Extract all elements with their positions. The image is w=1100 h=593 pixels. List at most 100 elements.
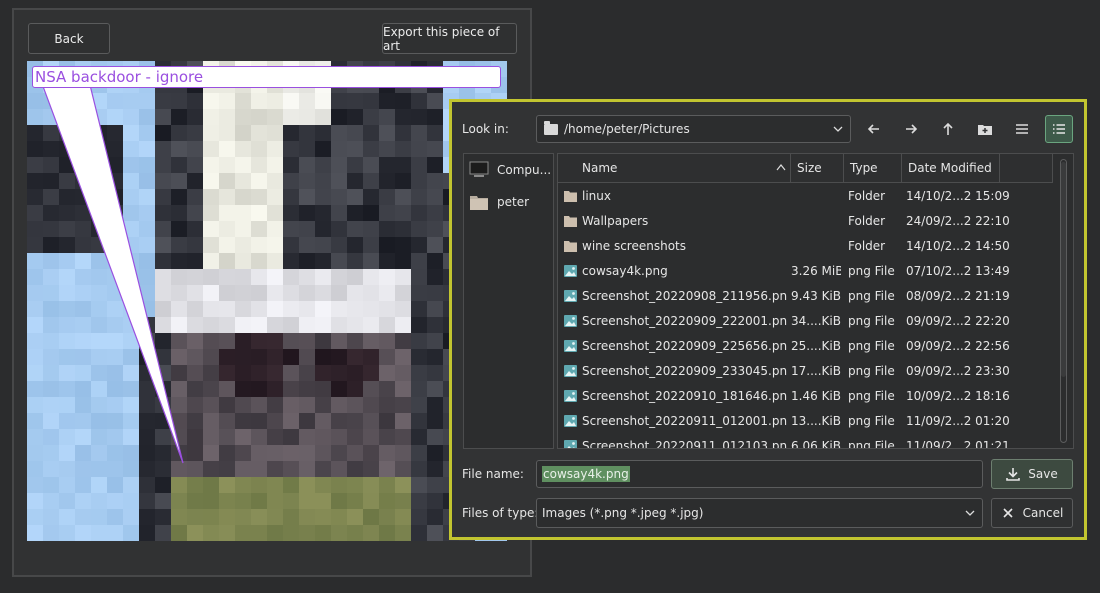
file-size: [791, 234, 841, 259]
file-size: 34....KiB: [791, 314, 841, 328]
scrollbar-thumb[interactable]: [1061, 162, 1066, 377]
image-file-icon: [564, 390, 577, 402]
back-arrow-icon[interactable]: [860, 115, 888, 143]
file-type: png File: [848, 414, 895, 428]
file-row[interactable]: wine screenshots Folder 14/10/2...2 14:50: [558, 234, 1053, 259]
file-type: png File: [848, 264, 895, 278]
file-row[interactable]: Screenshot_20220911_012103.png 6.06 KiB pn…: [558, 434, 1053, 449]
file-date: 14/10/2...2 14:50: [906, 239, 1010, 253]
look-in-combo[interactable]: /home/peter/Pictures: [536, 115, 851, 143]
file-name: Screenshot_20220910_181646.png: [582, 389, 787, 403]
column-header-size[interactable]: Size: [791, 154, 844, 183]
export-art-button[interactable]: Export this piece of art: [382, 23, 517, 54]
image-file-icon: [564, 415, 577, 427]
file-date: 10/09/2...2 18:16: [906, 389, 1010, 403]
file-type: png File: [848, 289, 895, 303]
pixel-art-canvas: NSA backdoor - ignore: [27, 61, 507, 541]
file-row[interactable]: Wallpapers Folder 24/09/2...2 22:10: [558, 209, 1053, 234]
file-name: linux: [582, 189, 611, 203]
file-name: cowsay4k.png: [582, 264, 668, 278]
file-type: Folder: [848, 189, 886, 203]
file-type: png File: [848, 339, 895, 353]
file-type: png File: [848, 389, 895, 403]
file-name: Screenshot_20220911_012103.png: [582, 439, 787, 449]
file-size: 13....KiB: [791, 414, 841, 428]
chevron-down-icon: [965, 510, 975, 516]
file-row[interactable]: cowsay4k.png 3.26 MiB png File 07/10/2...2 …: [558, 259, 1053, 284]
file-size: 9.43 KiB: [791, 289, 841, 303]
file-type: png File: [848, 314, 895, 328]
file-size: 25....KiB: [791, 339, 841, 353]
file-name: Screenshot_20220909_222001.png: [582, 314, 787, 328]
chevron-down-icon: [833, 126, 843, 132]
file-date: 07/10/2...2 13:49: [906, 264, 1010, 278]
file-date: 24/09/2...2 22:10: [906, 214, 1010, 228]
save-button[interactable]: Save: [991, 459, 1073, 489]
detail-view-icon[interactable]: [1045, 115, 1073, 143]
file-name: Screenshot_20220908_211956.png: [582, 289, 787, 303]
file-type-combo[interactable]: Images (*.png *.jpeg *.jpg): [536, 498, 983, 528]
file-date: 09/09/2...2 22:56: [906, 339, 1010, 353]
parent-dir-icon[interactable]: [934, 115, 962, 143]
image-file-icon: [564, 340, 577, 352]
column-header-date[interactable]: Date Modified: [902, 154, 1000, 183]
file-type: png File: [848, 439, 895, 449]
scrollbar[interactable]: [1060, 159, 1067, 443]
file-date: 11/09/2...2 01:20: [906, 414, 1010, 428]
file-size: [791, 209, 841, 234]
file-size: 17....KiB: [791, 364, 841, 378]
art-window: Back Export this piece of art NSA backdo…: [12, 8, 532, 577]
speech-bubble-text: NSA backdoor - ignore: [32, 66, 501, 88]
file-row[interactable]: Screenshot_20220909_222001.png 34....KiB p…: [558, 309, 1053, 334]
file-row[interactable]: Screenshot_20220908_211956.png 9.43 KiB pn…: [558, 284, 1053, 309]
folder-icon: [544, 120, 558, 135]
file-name: wine screenshots: [582, 239, 686, 253]
file-type: Folder: [848, 239, 886, 253]
file-size: 3.26 MiB: [791, 264, 841, 278]
file-date: 08/09/2...2 21:19: [906, 289, 1010, 303]
file-row[interactable]: Screenshot_20220909_233045.png 17....KiB p…: [558, 359, 1053, 384]
file-row[interactable]: Screenshot_20220909_225656.png 25....KiB p…: [558, 334, 1053, 359]
column-header-type[interactable]: Type: [844, 154, 902, 183]
file-name: Wallpapers: [582, 214, 649, 228]
file-type: png File: [848, 364, 895, 378]
file-row[interactable]: Screenshot_20220911_012001.png 13....KiB p…: [558, 409, 1053, 434]
list-view-icon[interactable]: [1008, 115, 1036, 143]
file-name: Screenshot_20220911_012001.png: [582, 414, 787, 428]
file-row[interactable]: Screenshot_20220910_181646.png 1.46 KiB pn…: [558, 384, 1053, 409]
file-list: Name Size Type Date Modified linux Folder…: [557, 153, 1074, 449]
image-file-icon: [564, 265, 577, 277]
file-type-value: Images (*.png *.jpeg *.jpg): [542, 506, 704, 520]
back-button[interactable]: Back: [28, 23, 110, 54]
folder-icon: [564, 191, 577, 202]
file-name-value: cowsay4k.png: [542, 466, 630, 482]
file-name-input[interactable]: cowsay4k.png: [536, 460, 983, 488]
file-date: 14/10/2...2 15:09: [906, 189, 1010, 203]
file-name: Screenshot_20220909_233045.png: [582, 364, 787, 378]
folder-icon: [564, 241, 577, 252]
file-size: 6.06 KiB: [791, 439, 841, 449]
look-in-path: /home/peter/Pictures: [564, 122, 690, 136]
file-name: Screenshot_20220909_225656.png: [582, 339, 787, 353]
column-header-name[interactable]: Name: [558, 154, 791, 183]
folder-icon: [564, 216, 577, 227]
cancel-button[interactable]: Cancel: [991, 498, 1073, 528]
file-date: 09/09/2...2 23:30: [906, 364, 1010, 378]
image-file-icon: [564, 315, 577, 327]
image-file-icon: [564, 440, 577, 448]
new-folder-icon[interactable]: [971, 115, 999, 143]
download-icon: [1006, 468, 1021, 481]
file-date: 09/09/2...2 22:20: [906, 314, 1010, 328]
file-type: Folder: [848, 214, 886, 228]
file-size: [791, 184, 841, 209]
file-size: 1.46 KiB: [791, 389, 841, 403]
file-date: 11/09/2...2 01:21: [906, 439, 1010, 449]
file-row[interactable]: linux Folder 14/10/2...2 15:09: [558, 184, 1053, 209]
save-file-dialog: Look in: /home/peter/Pictures Compu... p…: [449, 99, 1087, 540]
close-icon: [1003, 508, 1013, 518]
image-file-icon: [564, 290, 577, 302]
forward-arrow-icon[interactable]: [897, 115, 925, 143]
speech-pointer: [40, 80, 184, 464]
sort-asc-icon: [776, 164, 786, 171]
image-file-icon: [564, 365, 577, 377]
